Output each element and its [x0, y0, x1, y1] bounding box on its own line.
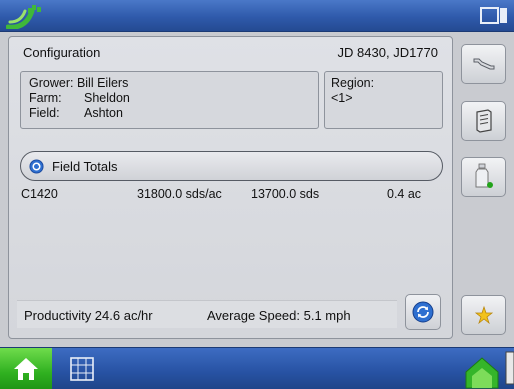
configuration-label: Configuration [23, 45, 101, 60]
field-totals-header[interactable]: Field Totals [20, 151, 443, 181]
home-button[interactable] [0, 348, 52, 389]
average-speed-text: Average Speed: 5.1 mph [207, 308, 351, 323]
product-rate: 31800.0 sds/ac [137, 187, 222, 201]
satellite-signal-icon[interactable] [6, 3, 46, 29]
expand-circle-icon [29, 158, 44, 174]
new-star-icon [474, 305, 493, 325]
refresh-icon [412, 301, 434, 323]
farm-key: Farm: [29, 91, 62, 105]
field-key: Field: [29, 106, 60, 120]
region-label: Region: [331, 76, 375, 90]
configuration-value[interactable]: JD 8430, JD1770 [338, 45, 438, 60]
productivity-text: Productivity 24.6 ac/hr [24, 308, 153, 323]
product-button[interactable] [461, 157, 506, 197]
region-value: <1> [331, 91, 353, 105]
grower-line: Grower: Bill Eilers [29, 76, 310, 91]
farm-line: Farm: Sheldon [29, 91, 310, 106]
field-totals-label: Field Totals [52, 158, 118, 174]
grower-farm-field-box[interactable]: Grower: Bill Eilers Farm: Sheldon Field: A… [20, 71, 319, 129]
new-button[interactable] [461, 295, 506, 335]
productivity-bar: Productivity 24.6 ac/hr Average Speed: 5… [17, 300, 397, 328]
manual-button[interactable] [461, 101, 506, 141]
window-switch-icon[interactable] [480, 6, 508, 26]
tools-button[interactable] [461, 44, 506, 84]
manual-icon [475, 109, 492, 133]
field-map-icon[interactable] [462, 348, 514, 389]
layout-grid-button[interactable] [58, 350, 106, 388]
field-value: Ashton [84, 106, 123, 120]
top-bar [0, 0, 514, 32]
field-line: Field: Ashton [29, 106, 310, 121]
wrench-icon [473, 58, 494, 70]
area-total: 0.4 ac [387, 187, 422, 201]
product-total: 13700.0 sds [251, 187, 320, 201]
farm-value: Sheldon [84, 91, 130, 105]
bottom-bar [0, 347, 514, 389]
product-name: C1420 [21, 187, 58, 201]
refresh-button[interactable] [405, 294, 441, 330]
grower-key: Grower: [29, 76, 74, 90]
main-panel: Configuration JD 8430, JD1770 Grower: Bi… [8, 36, 453, 339]
product-bottle-icon [475, 163, 493, 188]
home-icon [14, 358, 38, 380]
grower-value: Bill Eilers [76, 76, 129, 90]
totals-row: C1420 31800.0 sds/ac 13700.0 sds 0.4 ac [21, 187, 441, 203]
grid-icon [70, 357, 94, 381]
region-box[interactable]: Region: <1> [324, 71, 443, 129]
